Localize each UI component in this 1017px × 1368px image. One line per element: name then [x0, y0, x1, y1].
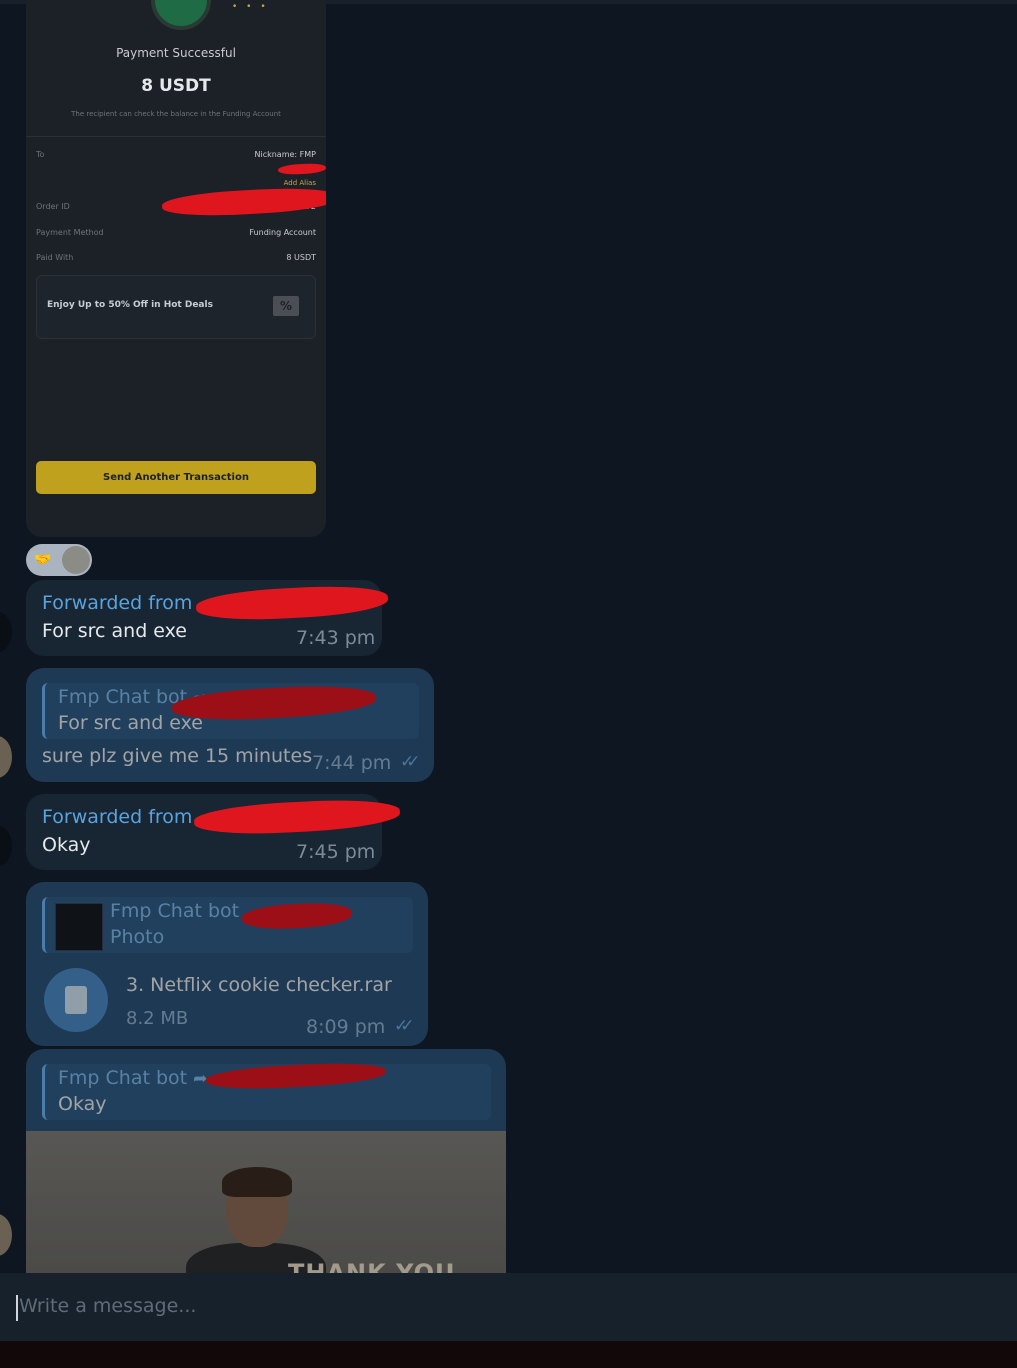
- receipt-row-value: Nickname: FMP: [254, 150, 317, 159]
- message-time: 7:43 pm: [296, 627, 376, 649]
- receipt-row-paid-with: Paid With 8 USDT: [36, 253, 316, 262]
- receipt-row-label: Payment Method: [36, 228, 104, 237]
- double-check-icon: ✓✓: [394, 1016, 414, 1036]
- redaction-scribble: [161, 185, 326, 219]
- redaction-scribble: [195, 582, 389, 624]
- receipt-row-label: To: [36, 150, 45, 159]
- own-avatar[interactable]: [0, 1214, 12, 1256]
- quote-sender: Fmp Chat bot: [110, 900, 240, 922]
- redaction-scribble: [277, 162, 326, 176]
- receipt-amount: 8 USDT: [141, 76, 211, 96]
- confetti-icon: • • •: [232, 2, 269, 12]
- message-bubble-outgoing[interactable]: Fmp Chat bot ➦ For src and exe sure plz …: [26, 668, 434, 782]
- receipt-subtitle: The recipient can check the balance in t…: [71, 110, 281, 118]
- reactor-avatar: [62, 546, 90, 574]
- receipt-row-label: Order ID: [36, 202, 70, 211]
- receipt-row-payment-method: Payment Method Funding Account: [36, 228, 316, 237]
- message-bubble-outgoing-photo[interactable]: Fmp Chat bot ➦ Okay THANK YOU: [26, 1049, 506, 1273]
- message-time: 7:45 pm: [296, 841, 376, 863]
- chat-history[interactable]: • • • Payment Successful 8 USDT The reci…: [0, 0, 1017, 1273]
- message-time: 8:09 pm: [306, 1016, 386, 1038]
- sender-avatar[interactable]: [0, 826, 12, 866]
- message-time: 7:44 pm: [312, 752, 392, 774]
- forwarded-label[interactable]: Forwarded from: [42, 592, 192, 614]
- double-check-icon: ✓✓: [400, 752, 420, 772]
- handshake-icon: 🤝: [34, 552, 52, 568]
- attached-photo[interactable]: THANK YOU: [26, 1131, 506, 1273]
- bottom-bar: [0, 1341, 1017, 1368]
- receipt-row-value: Funding Account: [249, 228, 316, 237]
- reply-quote[interactable]: Fmp Chat bot Photo: [42, 897, 413, 953]
- add-alias-link: Add Alias: [283, 179, 316, 187]
- forwarded-label[interactable]: Forwarded from: [42, 806, 192, 828]
- message-bubble-incoming[interactable]: Forwarded from Okay 7:45 pm: [26, 794, 401, 870]
- deal-text: Enjoy Up to 50% Off in Hot Deals: [47, 300, 213, 310]
- quote-text: Photo: [110, 926, 165, 948]
- quote-text: Okay: [58, 1093, 107, 1115]
- receipt-screenshot-message[interactable]: • • • Payment Successful 8 USDT The reci…: [26, 0, 326, 537]
- file-size: 8.2 MB: [126, 1008, 189, 1029]
- photo-caption-text: THANK YOU: [288, 1259, 456, 1273]
- message-composer[interactable]: Write a message...: [0, 1273, 1017, 1341]
- coupon-icon: %: [273, 296, 299, 316]
- receipt-row-to: To Nickname: FMP: [36, 150, 316, 159]
- quote-sender: Fmp Chat bot ➦: [58, 1067, 208, 1089]
- file-icon[interactable]: [44, 968, 108, 1032]
- redaction-scribble: [193, 796, 401, 838]
- text-caret: [16, 1295, 18, 1321]
- success-check-icon: [151, 0, 211, 30]
- message-text: For src and exe: [42, 620, 187, 642]
- file-name[interactable]: 3. Netflix cookie checker.rar: [126, 974, 392, 996]
- receipt-title: Payment Successful: [116, 46, 236, 60]
- message-bubble-outgoing-file[interactable]: Fmp Chat bot Photo 3. Netflix cookie che…: [26, 882, 428, 1046]
- receipt-divider: [26, 136, 326, 137]
- message-text: Okay: [42, 834, 91, 856]
- send-another-transaction-button: Send Another Transaction: [36, 461, 316, 494]
- receipt-row-label: Paid With: [36, 253, 74, 262]
- message-input[interactable]: Write a message...: [19, 1295, 196, 1317]
- reaction-badge[interactable]: 🤝: [26, 544, 92, 576]
- message-bubble-incoming[interactable]: Forwarded from For src and exe 7:43 pm: [26, 580, 389, 656]
- hot-deals-banner: Enjoy Up to 50% Off in Hot Deals %: [36, 275, 316, 339]
- own-avatar[interactable]: [0, 736, 12, 778]
- message-text: sure plz give me 15 minutes: [42, 745, 313, 767]
- quote-photo-thumbnail: [55, 903, 103, 951]
- receipt-row-value: 8 USDT: [286, 253, 316, 262]
- sender-avatar[interactable]: [0, 612, 12, 652]
